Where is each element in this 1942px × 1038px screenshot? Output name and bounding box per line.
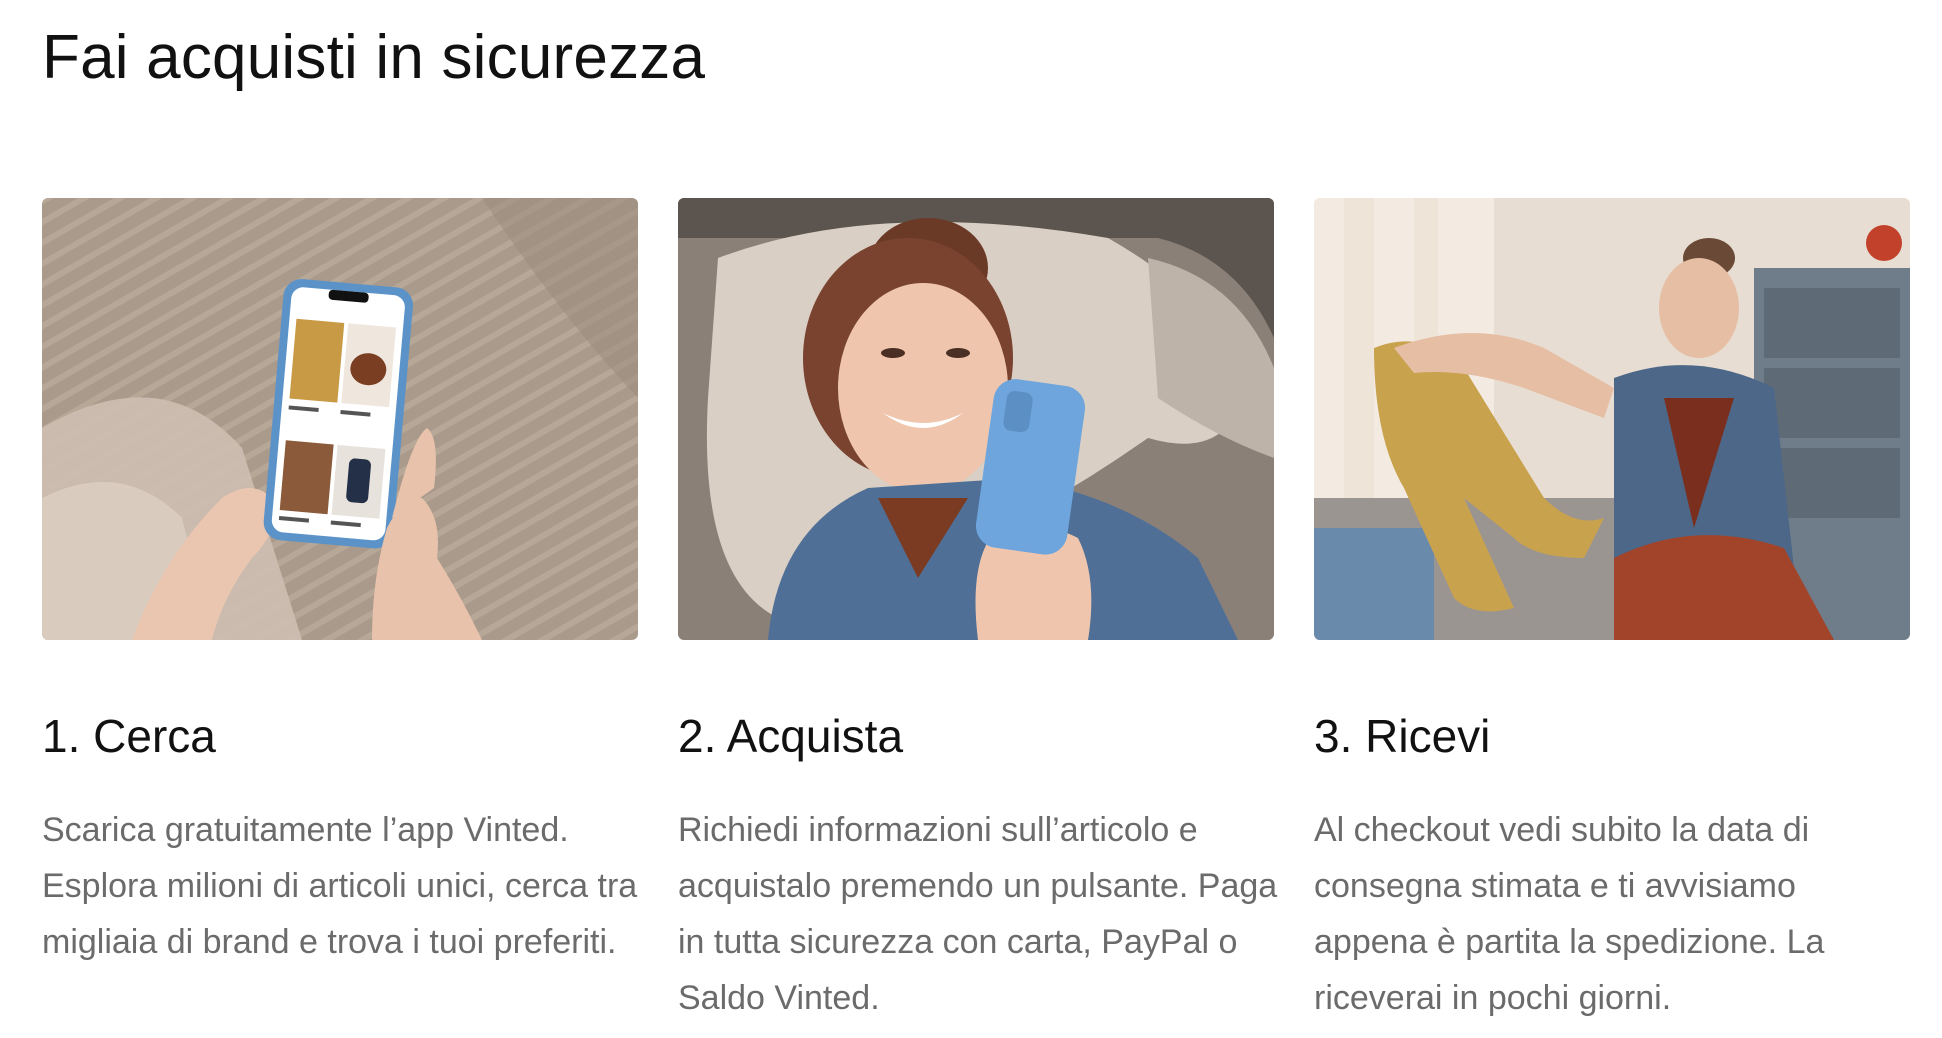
step-3-image [1314,198,1910,640]
step-1-image [42,198,638,640]
phone-in-hands-illustration [42,198,638,640]
step-1-card: 1. Cerca Scarica gratuitamente l’app Vin… [42,198,638,1026]
step-3-card: 3. Ricevi Al checkout vedi subito la dat… [1314,198,1910,1026]
step-2-description: Richiedi informazioni sull’articolo e ac… [678,811,1278,1017]
steps-row: 1. Cerca Scarica gratuitamente l’app Vin… [42,198,1912,1026]
step-2-image [678,198,1274,640]
step-3-description: Al checkout vedi subito la data di conse… [1314,811,1825,1017]
step-1-title: 1. Cerca [42,710,216,762]
step-1-description: Scarica gratuitamente l’app Vinted. Espl… [42,811,638,961]
woman-with-phone-illustration [678,198,1274,640]
step-2-card: 2. Acquista Richiedi informazioni sull’a… [678,198,1277,1026]
step-3-title: 3. Ricevi [1314,710,1491,762]
step-2-title: 2. Acquista [678,710,904,762]
woman-with-sweater-illustration [1314,198,1910,640]
page-title: Fai acquisti in sicurezza [42,23,706,92]
